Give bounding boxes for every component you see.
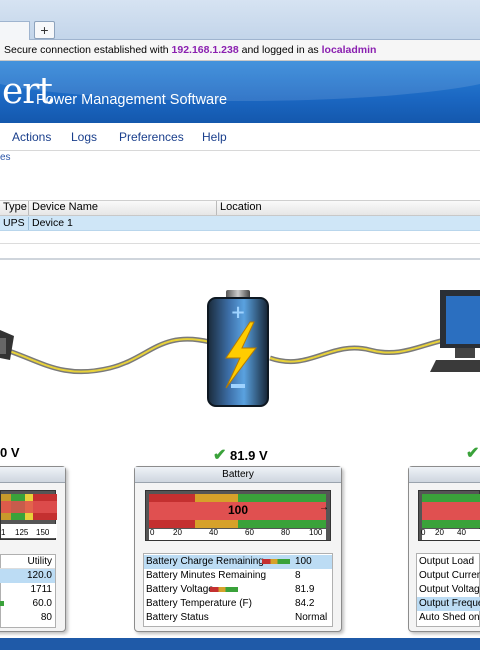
output-panel-title — [409, 467, 480, 483]
col-type[interactable]: Type — [3, 201, 27, 213]
battery-gauge-value: 100 — [228, 503, 249, 517]
metric-value: Normal — [295, 612, 328, 623]
gauge-pointer-icon: → — [319, 502, 329, 513]
menu-preferences[interactable]: Preferences — [119, 130, 184, 144]
output-metric-row[interactable]: Auto Shed on — [417, 611, 480, 625]
metric-value: 100 — [295, 556, 312, 567]
battery-tick: 60 — [245, 528, 254, 537]
power-cable — [0, 336, 211, 375]
metric-mini-gauge — [210, 587, 238, 592]
battery-tick: 80 — [281, 528, 290, 537]
output-tick: 40 — [457, 528, 466, 537]
metric-value: 81.9 — [295, 584, 315, 595]
battery-metric-row[interactable]: Battery Voltage 81.9 — [144, 583, 332, 597]
col-device-name[interactable]: Device Name — [32, 201, 98, 213]
battery-voltage-reading: ✔ 81.9 V — [213, 445, 268, 465]
power-plug-icon — [0, 330, 14, 360]
device-name-cell: Device 1 — [32, 217, 73, 229]
metric-label: Battery Minutes Remaining — [146, 570, 267, 581]
output-metric-row[interactable]: Output Curren — [417, 569, 480, 583]
input-value[interactable]: 80 — [0, 611, 55, 625]
taskbar — [0, 638, 480, 650]
browser-tab[interactable] — [0, 21, 30, 40]
browser-tab-strip — [0, 0, 480, 40]
battery-voltage-value: 81.9 V — [230, 448, 268, 463]
metric-value: 84.2 — [295, 598, 315, 609]
new-tab-button[interactable]: + — [34, 21, 55, 39]
col-divider — [216, 201, 217, 215]
output-metric-row[interactable]: Output Freque — [417, 597, 480, 611]
connection-status-bar: Secure connection established with 192.1… — [0, 40, 480, 61]
brand-subtitle: Power Management Software — [36, 92, 228, 108]
computer-icon — [430, 290, 480, 372]
output-metric-row[interactable]: Output Voltag — [417, 583, 480, 597]
battery-metric-row[interactable]: Battery Charge Remaining 100 — [144, 555, 332, 569]
input-panel-title — [0, 467, 65, 483]
table-separator — [0, 243, 480, 244]
ok-check-icon: ✔ — [213, 447, 227, 464]
input-tick: 125 — [15, 528, 29, 537]
output-metric-row[interactable]: Output Load — [417, 555, 480, 569]
status-ip: 192.168.1.238 — [171, 44, 239, 56]
device-type-cell: UPS — [3, 217, 25, 229]
output-gauge — [418, 490, 480, 541]
output-tick: 0 — [421, 528, 426, 537]
menu-actions[interactable]: Actions — [12, 130, 51, 144]
battery-panel-title: Battery — [135, 467, 341, 483]
battery-metric-row[interactable]: Battery Temperature (F) 84.2 — [144, 597, 332, 611]
battery-tick: 20 — [173, 528, 182, 537]
output-ok-check-icon: ✔ — [466, 445, 480, 462]
input-tick: 150 — [36, 528, 50, 537]
input-tick: 1 — [1, 528, 6, 537]
status-user: localadmin — [321, 44, 377, 56]
col-location[interactable]: Location — [220, 201, 262, 213]
menu-logs[interactable]: Logs — [71, 130, 97, 144]
metric-mini-gauge — [262, 559, 290, 564]
input-value[interactable]: 120.0 — [0, 569, 55, 583]
battery-metric-row[interactable]: Battery Minutes Remaining 8 — [144, 569, 332, 583]
cell-divider — [28, 217, 29, 230]
metric-label: Battery Charge Remaining — [146, 556, 264, 567]
battery-tick: 0 — [150, 528, 155, 537]
svg-text:+: + — [230, 302, 245, 323]
metric-label: Battery Temperature (F) — [146, 598, 252, 609]
battery-metric-row[interactable]: Battery Status Normal — [144, 611, 332, 625]
output-tick: 20 — [435, 528, 444, 537]
metric-label: Battery Status — [146, 612, 209, 623]
battery-icon: + — [207, 290, 269, 407]
breadcrumb[interactable]: es — [0, 152, 11, 163]
status-prefix: Secure connection established with — [4, 44, 169, 56]
metric-label: Battery Voltage — [146, 584, 214, 595]
input-voltage-reading: 0 V — [0, 445, 20, 460]
input-value[interactable]: 1711 — [0, 583, 55, 597]
input-col-header: Utility — [0, 555, 55, 569]
col-divider — [28, 201, 29, 215]
power-flow-illustration: + — [0, 290, 480, 407]
battery-tick: 100 — [309, 528, 323, 537]
status-middle: and logged in as — [241, 44, 319, 56]
battery-tick: 40 — [209, 528, 218, 537]
menu-help[interactable]: Help — [202, 130, 227, 144]
input-value[interactable]: 60.0 — [0, 597, 55, 611]
metric-value: 8 — [295, 570, 301, 581]
